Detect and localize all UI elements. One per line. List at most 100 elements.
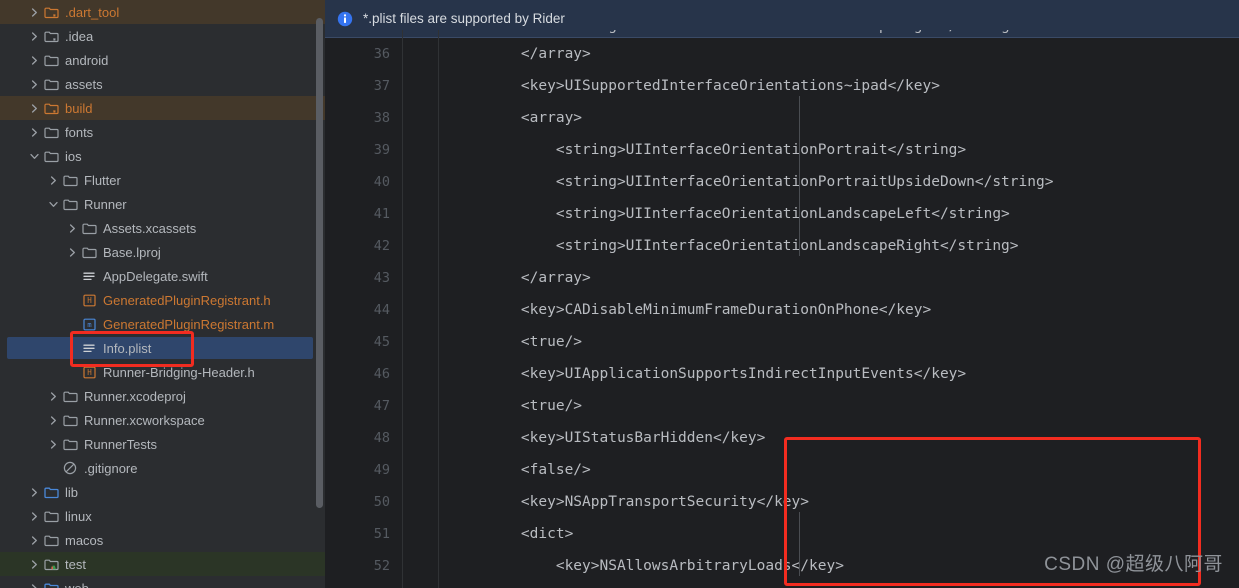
code-line[interactable]: 36 </array>: [325, 38, 1239, 70]
chevron-down-icon[interactable]: [45, 196, 61, 212]
gutter-annotation-column[interactable]: [402, 294, 438, 326]
tree-item-runner[interactable]: Runner: [0, 192, 325, 216]
code-line-text[interactable]: <string>UIInterfaceOrientationPortraitUp…: [474, 174, 1239, 190]
code-line-text[interactable]: </array>: [474, 46, 1239, 62]
code-line-text[interactable]: <string>UIInterfaceOrientationLandscapeR…: [474, 238, 1239, 254]
tree-item-lib[interactable]: lib: [0, 480, 325, 504]
code-line[interactable]: 44 <key>CADisableMinimumFrameDurationOnP…: [325, 294, 1239, 326]
gutter-annotation-column[interactable]: [402, 326, 438, 358]
tree-item-ios[interactable]: ios: [0, 144, 325, 168]
chevron-right-icon[interactable]: [26, 556, 42, 572]
sidebar-vertical-scrollbar[interactable]: [316, 18, 323, 508]
project-tree-list[interactable]: .dart_tool .idea android assets build fonts io…: [0, 0, 325, 588]
code-line-text[interactable]: <string>UIInterfaceOrientationPortrait</…: [474, 142, 1239, 158]
chevron-right-icon[interactable]: [45, 388, 61, 404]
tree-item-idea[interactable]: .idea: [0, 24, 325, 48]
gutter-fold-column[interactable]: [438, 230, 474, 262]
gutter-annotation-column[interactable]: [402, 550, 438, 582]
gutter-fold-column[interactable]: [438, 166, 474, 198]
tree-item-info-plist[interactable]: Info.plist: [0, 336, 325, 360]
project-tree-panel[interactable]: .dart_tool .idea android assets build fonts io…: [0, 0, 325, 588]
code-line-text[interactable]: <key>NSAppTransportSecurity</key>: [474, 494, 1239, 510]
chevron-right-icon[interactable]: [26, 28, 42, 44]
tree-item-runner-xcworkspace[interactable]: Runner.xcworkspace: [0, 408, 325, 432]
gutter-annotation-column[interactable]: [402, 102, 438, 134]
tree-item-linux[interactable]: linux: [0, 504, 325, 528]
code-line[interactable]: 37 <key>UISupportedInterfaceOrientations…: [325, 70, 1239, 102]
gutter-fold-column[interactable]: [438, 326, 474, 358]
code-line-text[interactable]: <false/>: [474, 462, 1239, 478]
chevron-right-icon[interactable]: [26, 508, 42, 524]
code-line[interactable]: 40 <string>UIInterfaceOrientationPortrai…: [325, 166, 1239, 198]
tree-item-gitignore[interactable]: .gitignore: [0, 456, 325, 480]
tree-item-appdelegate-swift[interactable]: AppDelegate.swift: [0, 264, 325, 288]
line-number[interactable]: 43: [325, 270, 402, 286]
chevron-right-icon[interactable]: [45, 412, 61, 428]
gutter-annotation-column[interactable]: [402, 358, 438, 390]
chevron-right-icon[interactable]: [26, 532, 42, 548]
code-line[interactable]: 45 <true/>: [325, 326, 1239, 358]
gutter-annotation-column[interactable]: [402, 70, 438, 102]
line-number[interactable]: 42: [325, 238, 402, 254]
chevron-right-icon[interactable]: [26, 52, 42, 68]
gutter-annotation-column[interactable]: [402, 390, 438, 422]
tree-item-runner-bridging-header-h[interactable]: H Runner-Bridging-Header.h: [0, 360, 325, 384]
tree-item-assets[interactable]: assets: [0, 72, 325, 96]
code-line-text[interactable]: <key>UISupportedInterfaceOrientations~ip…: [474, 78, 1239, 94]
gutter-fold-column[interactable]: [438, 550, 474, 582]
line-number[interactable]: 49: [325, 462, 402, 478]
gutter-annotation-column[interactable]: [402, 582, 438, 588]
code-line[interactable]: 39 <string>UIInterfaceOrientationPortrai…: [325, 134, 1239, 166]
line-number[interactable]: 51: [325, 526, 402, 542]
line-number[interactable]: 41: [325, 206, 402, 222]
chevron-right-icon[interactable]: [26, 580, 42, 588]
chevron-right-icon[interactable]: [45, 436, 61, 452]
chevron-right-icon[interactable]: [64, 220, 80, 236]
gutter-fold-column[interactable]: [438, 582, 474, 588]
chevron-right-icon[interactable]: [26, 4, 42, 20]
tree-item-web[interactable]: web: [0, 576, 325, 588]
tree-item-generatedpluginregistrant-h[interactable]: H GeneratedPluginRegistrant.h: [0, 288, 325, 312]
gutter-annotation-column[interactable]: [402, 134, 438, 166]
line-number[interactable]: 46: [325, 366, 402, 382]
code-line-text[interactable]: <dict>: [474, 526, 1239, 542]
gutter-annotation-column[interactable]: [402, 198, 438, 230]
gutter-fold-column[interactable]: [438, 390, 474, 422]
tree-item-android[interactable]: android: [0, 48, 325, 72]
gutter-fold-column[interactable]: [438, 518, 474, 550]
code-editor[interactable]: *.plist files are supported by Rider 36 …: [325, 0, 1239, 588]
chevron-down-icon[interactable]: [26, 148, 42, 164]
line-number[interactable]: 50: [325, 494, 402, 510]
tree-item-macos[interactable]: macos: [0, 528, 325, 552]
chevron-right-icon[interactable]: [45, 172, 61, 188]
code-line[interactable]: 48 <key>UIStatusBarHidden</key>: [325, 422, 1239, 454]
chevron-right-icon[interactable]: [26, 124, 42, 140]
gutter-annotation-column[interactable]: [402, 166, 438, 198]
code-line-text[interactable]: <true/>: [474, 398, 1239, 414]
code-line-text[interactable]: <string>UIInterfaceOrientationLandscapeL…: [474, 206, 1239, 222]
chevron-right-icon[interactable]: [26, 100, 42, 116]
gutter-annotation-column[interactable]: [402, 262, 438, 294]
tree-item-runnertests[interactable]: RunnerTests: [0, 432, 325, 456]
line-number[interactable]: 37: [325, 78, 402, 94]
tree-item-build[interactable]: build: [0, 96, 325, 120]
gutter-fold-column[interactable]: [438, 70, 474, 102]
line-number[interactable]: 47: [325, 398, 402, 414]
gutter-fold-column[interactable]: [438, 38, 474, 70]
tree-item-assets-xcassets[interactable]: Assets.xcassets: [0, 216, 325, 240]
code-line[interactable]: 46 <key>UIApplicationSupportsIndirectInp…: [325, 358, 1239, 390]
chevron-right-icon[interactable]: [26, 76, 42, 92]
tree-item-dart-tool[interactable]: .dart_tool: [0, 0, 325, 24]
code-line-text[interactable]: <key>UIApplicationSupportsIndirectInputE…: [474, 366, 1239, 382]
code-line[interactable]: 43 </array>: [325, 262, 1239, 294]
line-number[interactable]: 38: [325, 110, 402, 126]
code-content[interactable]: 36 </array> 37 <key>UISupportedInterfaceO…: [325, 38, 1239, 588]
gutter-annotation-column[interactable]: [402, 486, 438, 518]
line-number[interactable]: 44: [325, 302, 402, 318]
gutter-fold-column[interactable]: [438, 358, 474, 390]
gutter-fold-column[interactable]: [438, 422, 474, 454]
code-line[interactable]: 38 <array>: [325, 102, 1239, 134]
code-line-text[interactable]: <true/>: [474, 334, 1239, 350]
line-number[interactable]: 40: [325, 174, 402, 190]
chevron-right-icon[interactable]: [64, 244, 80, 260]
